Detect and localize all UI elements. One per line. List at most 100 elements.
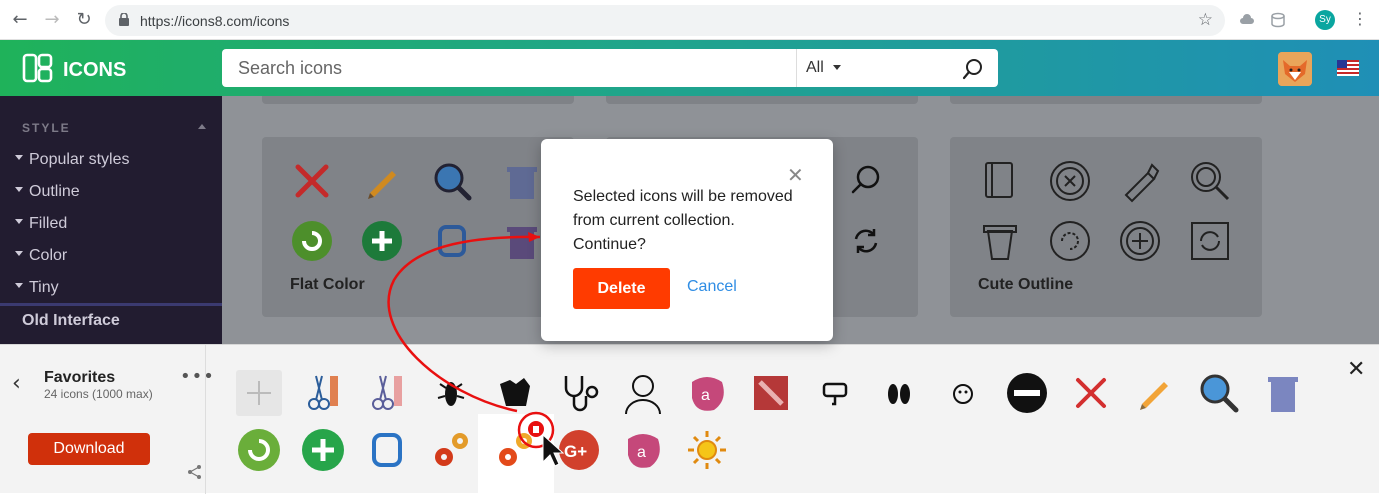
scissors-comb-icon[interactable] — [364, 370, 410, 416]
trash-icon — [507, 167, 537, 199]
bug-icon[interactable] — [428, 370, 474, 416]
bandit-face-icon[interactable] — [1004, 370, 1050, 416]
collection-title[interactable]: Favorites — [44, 369, 115, 387]
share-icon[interactable] — [187, 464, 203, 480]
browser-menu-icon[interactable]: ⋮ — [1352, 9, 1368, 28]
emoji-face-icon[interactable] — [940, 370, 986, 416]
sidebar-item-filled[interactable]: Filled — [15, 215, 67, 233]
trash-icon[interactable] — [1260, 370, 1306, 416]
reload-icon[interactable]: ↻ — [74, 10, 94, 30]
woman-icon[interactable] — [620, 370, 666, 416]
add-circle-icon — [1120, 221, 1160, 261]
more-options-icon[interactable]: ••• — [180, 366, 215, 387]
sync-icon — [1191, 222, 1229, 260]
gears-icon[interactable] — [492, 427, 538, 473]
style-card[interactable] — [262, 96, 574, 104]
collection-tray: ‹ Favorites 24 icons (1000 max) ••• Down… — [0, 344, 1379, 494]
chevron-down-icon — [15, 219, 23, 225]
refresh-icon — [292, 221, 332, 261]
add-icon — [362, 221, 402, 261]
database-extension-icon[interactable] — [1270, 12, 1286, 28]
trash-icon — [507, 227, 537, 259]
refresh-icon[interactable] — [236, 427, 282, 473]
sync-icon — [438, 225, 466, 257]
gears-icon[interactable] — [428, 427, 474, 473]
sidebar-item-label: Filled — [29, 215, 68, 232]
sidebar-item-tiny[interactable]: Tiny — [15, 279, 59, 297]
brand-name[interactable]: ICONS — [63, 59, 126, 82]
sidebar-item-label: Tiny — [29, 279, 59, 296]
search-icon — [434, 163, 472, 201]
chevron-up-icon[interactable] — [198, 124, 206, 129]
search-bar: All — [222, 49, 998, 87]
style-card-flat-color[interactable]: Flat Color — [262, 137, 574, 317]
trash-icon — [983, 225, 1017, 260]
sync-icon[interactable] — [364, 427, 410, 473]
style-card[interactable] — [606, 96, 918, 104]
sidebar-item-label: Color — [29, 247, 68, 264]
style-card-title: Cute Outline — [978, 276, 1074, 293]
url-text: https://icons8.com/icons — [140, 13, 290, 29]
close-icon — [295, 164, 329, 198]
app-a-icon[interactable]: a — [684, 370, 730, 416]
search-input[interactable] — [222, 49, 796, 87]
sidebar-item-outline[interactable]: Outline — [15, 183, 80, 201]
flip-flops-icon[interactable] — [876, 370, 922, 416]
goblin-icon[interactable] — [492, 370, 538, 416]
diving-mask-icon[interactable] — [812, 370, 858, 416]
address-bar[interactable]: https://icons8.com/icons ☆ — [105, 5, 1225, 36]
close-icon[interactable] — [1068, 370, 1114, 416]
dialog-message-line: from current collection. — [573, 212, 735, 229]
close-circle-icon — [1050, 161, 1090, 201]
sidebar-item-color[interactable]: Color — [15, 247, 67, 265]
svg-text:a: a — [701, 387, 710, 404]
filter-dropdown[interactable]: All — [806, 59, 824, 77]
app-a-icon[interactable]: a — [620, 427, 666, 473]
cloud-extension-icon[interactable] — [1239, 12, 1255, 28]
sidebar-item-label: Popular styles — [29, 151, 130, 168]
us-flag-icon[interactable] — [1337, 60, 1359, 76]
sidebar-heading: STYLE — [22, 121, 71, 135]
delete-button[interactable]: Delete — [573, 268, 670, 309]
search-icon[interactable] — [962, 58, 984, 80]
stethoscope-icon[interactable] — [556, 370, 602, 416]
sidebar-divider — [0, 303, 222, 306]
style-card-cute-outline[interactable]: Cute Outline — [950, 137, 1262, 317]
fox-avatar-icon[interactable] — [1278, 52, 1312, 86]
chevron-down-icon — [15, 187, 23, 193]
sidebar-item-popular-styles[interactable]: Popular styles — [15, 151, 130, 169]
chevron-down-icon — [15, 251, 23, 257]
sidebar-item-label: Outline — [29, 183, 80, 200]
dialog-message: Selected icons will be removed from curr… — [573, 185, 813, 257]
search-icon[interactable] — [1196, 370, 1242, 416]
search-icon — [1191, 162, 1230, 201]
dota-icon[interactable] — [748, 370, 794, 416]
profile-avatar[interactable]: Sy — [1315, 10, 1335, 30]
browser-toolbar: ← → ↻ https://icons8.com/icons ☆ Sy ⋮ — [0, 0, 1379, 40]
svg-text:G+: G+ — [564, 442, 587, 461]
add-icon[interactable] — [300, 427, 346, 473]
confirm-dialog: ✕ Selected icons will be removed from cu… — [541, 139, 833, 341]
back-arrow-icon[interactable]: ← — [10, 10, 30, 30]
chevron-down-icon[interactable] — [833, 65, 841, 70]
chevron-down-icon — [15, 283, 23, 289]
google-plus-icon[interactable]: G+ — [556, 427, 602, 473]
pencil-icon — [368, 171, 396, 199]
close-icon[interactable]: ✕ — [787, 163, 804, 187]
sun-icon[interactable] — [684, 427, 730, 473]
collection-count: 24 icons (1000 max) — [44, 387, 153, 401]
scissors-comb-icon[interactable] — [300, 370, 346, 416]
old-interface-link[interactable]: Old Interface — [22, 312, 120, 330]
pencil-icon — [1124, 163, 1160, 203]
pencil-icon[interactable] — [1132, 370, 1178, 416]
tray-divider — [205, 345, 206, 494]
add-icon-slot[interactable] — [236, 370, 282, 416]
download-button[interactable]: Download — [28, 433, 150, 465]
bookmark-star-icon[interactable]: ☆ — [1198, 10, 1213, 30]
style-card[interactable] — [950, 96, 1262, 104]
icons8-logo-icon[interactable] — [22, 52, 54, 84]
back-chevron-icon[interactable]: ‹ — [12, 371, 21, 396]
cancel-button[interactable]: Cancel — [687, 278, 737, 296]
close-icon[interactable]: ✕ — [1347, 357, 1365, 382]
forward-arrow-icon[interactable]: → — [42, 10, 62, 30]
